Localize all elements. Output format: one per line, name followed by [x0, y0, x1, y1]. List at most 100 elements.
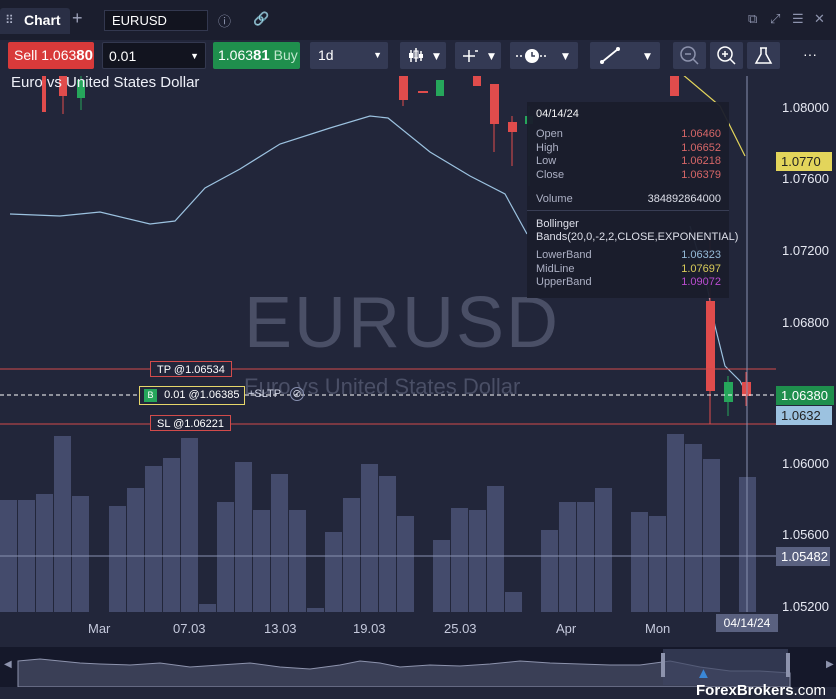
low-value: 1.06218 — [681, 155, 721, 167]
position-text: 0.01 @1.06385 — [164, 389, 240, 401]
crosshair-mode-button[interactable]: ▼ — [510, 42, 578, 69]
zoom-in-button[interactable] — [710, 42, 743, 69]
crosshair-price-tag: 1.05482 — [776, 547, 830, 566]
link-icon[interactable]: 🔗 — [253, 11, 269, 27]
midline-price-tag: 1.0770 — [776, 152, 832, 171]
zoom-out-icon — [680, 46, 699, 65]
price-tick: 1.05600 — [782, 527, 829, 542]
sell-button[interactable]: Sell 1.06380 — [8, 42, 94, 69]
volume-bar — [469, 510, 486, 612]
symbol-watermark: EURUSD — [244, 283, 561, 363]
sell-label: Sell — [14, 47, 38, 63]
zoom-out-button[interactable] — [673, 42, 706, 69]
brand-suffix: .com — [793, 682, 827, 699]
volume-bar — [361, 464, 378, 612]
volume-bar — [307, 608, 324, 612]
sell-price-main: 1.063 — [41, 47, 77, 63]
add-tab-icon[interactable]: + — [72, 8, 83, 29]
volume-bar — [199, 604, 216, 612]
logo-mark-icon: ▲ — [696, 665, 711, 682]
volume-bar — [703, 459, 720, 612]
close-label: Close — [536, 169, 565, 181]
volume-bar — [54, 436, 71, 612]
volume-bar — [541, 530, 558, 612]
volume-bar — [235, 462, 252, 612]
add-sltp-button[interactable]: +SLTP — [248, 388, 281, 400]
volume-label: Volume — [536, 193, 573, 205]
drag-handle-icon[interactable]: ⠿ — [5, 13, 14, 27]
symbol-input[interactable]: EURUSD — [104, 10, 208, 31]
quantity-input[interactable]: 0.01 ▼ — [102, 42, 206, 69]
info-icon[interactable]: ⓘ — [218, 11, 231, 30]
tooltip-date: 04/14/24 — [536, 108, 579, 120]
volume-bar — [397, 516, 414, 612]
volume-bar — [127, 488, 144, 612]
cancel-order-icon[interactable]: ⊘ — [290, 387, 304, 401]
lower-band-price-tag: 1.0632 — [776, 406, 832, 425]
chart-type-button[interactable]: ▼ — [400, 42, 446, 69]
indicators-button[interactable]: ▼ — [455, 42, 501, 69]
volume-bar — [487, 486, 504, 612]
lower-band-value: 1.06323 — [681, 249, 721, 261]
svg-text:▼: ▼ — [433, 52, 440, 62]
expand-icon[interactable]: ⤢ — [770, 11, 780, 27]
brand-logo: ▲ ForexBrokers.com — [696, 665, 836, 699]
timeframe-value: 1d — [318, 47, 334, 63]
volume-bar — [36, 494, 53, 612]
open-value: 1.06460 — [681, 128, 721, 140]
volume-bar — [649, 516, 666, 612]
menu-icon[interactable]: ☰ — [792, 11, 804, 27]
high-value: 1.06652 — [681, 142, 721, 154]
close-icon[interactable]: ✕ — [814, 11, 825, 27]
candle — [473, 76, 481, 86]
volume-bar — [505, 592, 522, 612]
quantity-value: 0.01 — [109, 48, 137, 64]
svg-text:▼: ▼ — [488, 52, 495, 62]
chevron-down-icon[interactable]: ▼ — [373, 42, 382, 69]
volume-bar — [595, 488, 612, 612]
more-options-icon[interactable]: ··· — [803, 46, 817, 62]
name-watermark: Euro vs United States Dollar — [244, 374, 521, 399]
scroll-left-icon[interactable]: ◀ — [4, 659, 12, 670]
indicator-params: Bands(20,0,-2,2,CLOSE,EXPONENTIAL) — [536, 231, 739, 243]
position-badge: B — [144, 389, 157, 402]
take-profit-label[interactable]: TP @1.06534 — [150, 361, 232, 377]
price-tick: 1.05200 — [782, 599, 829, 614]
chevron-down-icon[interactable]: ▼ — [190, 43, 199, 70]
buy-button[interactable]: 1.06381 Buy — [213, 42, 300, 69]
upper-band-label: UpperBand — [536, 276, 592, 288]
candle — [670, 76, 679, 96]
crosshair-clock-icon: ▼ — [516, 49, 569, 63]
volume-bar — [163, 458, 180, 612]
date-tick: 25.03 — [444, 621, 477, 636]
sell-price-pips: 80 — [76, 47, 93, 64]
volume-bar — [379, 476, 396, 612]
popout-icon[interactable]: ⧉ — [748, 11, 757, 27]
volume-bar — [72, 496, 89, 612]
high-label: High — [536, 142, 559, 154]
date-tick: 07.03 — [173, 621, 206, 636]
svg-text:▼: ▼ — [644, 52, 651, 62]
close-value: 1.06379 — [681, 169, 721, 181]
drawing-tools-button[interactable]: ▼ — [590, 42, 660, 69]
indicator-name: Bollinger — [536, 218, 579, 230]
chart-navigator[interactable]: ◀ ▶ ▲ ForexBrokers.com — [0, 647, 836, 699]
candlestick-icon: ▼ — [409, 48, 440, 62]
volume-bar — [271, 474, 288, 612]
buy-price-pips: 81 — [253, 47, 270, 64]
studies-button[interactable] — [747, 42, 780, 69]
date-tick: Mar — [88, 621, 111, 636]
candle — [436, 80, 444, 96]
brand-name: ForexBrokers — [696, 682, 794, 699]
stop-loss-label[interactable]: SL @1.06221 — [150, 415, 232, 431]
position-label[interactable]: B 0.01 @1.06385 — [139, 386, 246, 405]
volume-bar — [559, 502, 576, 612]
date-tick: 19.03 — [353, 621, 386, 636]
window-titlebar: ⠿ Chart + EURUSD ⓘ 🔗 ⧉ ⤢ ☰ ✕ — [0, 0, 836, 40]
tab-title: Chart — [24, 12, 61, 28]
volume-bar — [145, 466, 162, 612]
timeframe-select[interactable]: 1d ▼ — [310, 42, 388, 69]
indicator-icon: ▼ — [463, 50, 495, 62]
volume-bar — [109, 506, 126, 612]
volume-bar — [253, 510, 270, 612]
